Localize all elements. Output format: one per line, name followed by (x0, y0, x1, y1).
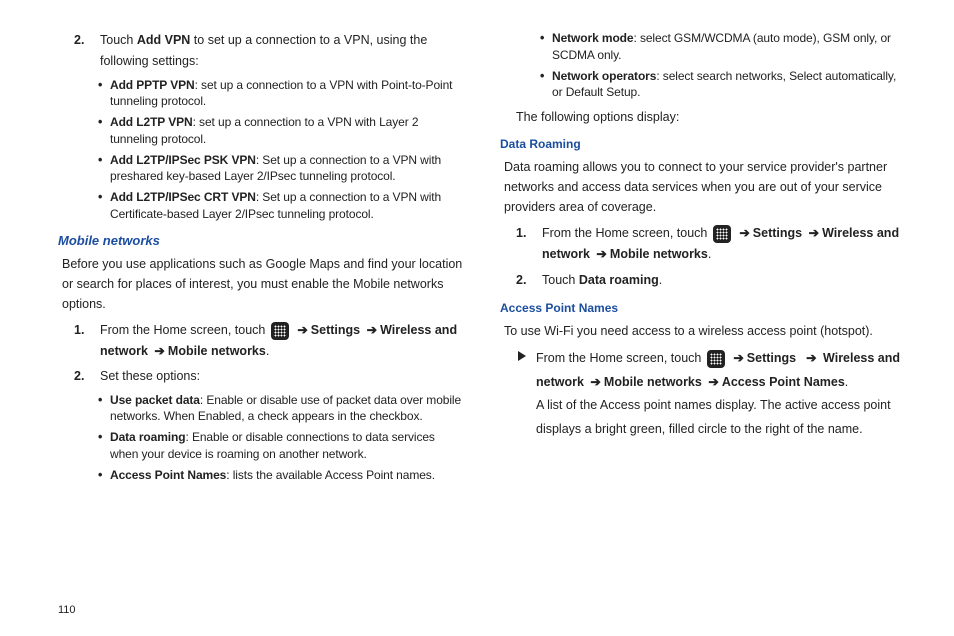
apn-intro-para: To use Wi-Fi you need access to a wirele… (504, 321, 906, 341)
bullet-dot: • (98, 467, 110, 485)
text: From the Home screen, touch (542, 226, 711, 240)
step-2-addvpn: 2. Touch Add VPN to set up a connection … (74, 30, 464, 73)
arrow-icon: ➔ (739, 226, 749, 240)
text: From the Home screen, touch (536, 351, 705, 365)
right-column: • Network mode: select GSM/WCDMA (auto m… (482, 26, 906, 616)
bold-text: Access Point Names (722, 375, 845, 389)
mn-intro-para: Before you use applications such as Goog… (62, 254, 464, 314)
bold-text: Data roaming (110, 430, 185, 444)
bullet-pptp: • Add PPTP VPN: set up a connection to a… (98, 77, 464, 111)
mn-step-2: 2. Set these options: (74, 366, 464, 387)
bullet-dot: • (98, 392, 110, 426)
step-body: From the Home screen, touch ➔Settings ➔W… (542, 223, 906, 266)
step-body: Touch Add VPN to set up a connection to … (100, 30, 464, 73)
bullet-dot: • (98, 189, 110, 223)
bold-text: Access Point Names (110, 468, 226, 482)
bullet-body: Add L2TP/IPSec CRT VPN: Set up a connect… (110, 189, 464, 223)
bullet-body: Access Point Names: lists the available … (110, 467, 464, 485)
bold-text: Use packet data (110, 393, 200, 407)
apps-grid-icon (271, 322, 289, 340)
apps-grid-icon (713, 225, 731, 243)
text: Touch (542, 273, 579, 287)
bullet-body: Add L2TP VPN: set up a connection to a V… (110, 114, 464, 148)
bullet-network-operators: • Network operators: select search netwo… (540, 68, 906, 102)
bullet-dot: • (540, 68, 552, 102)
bullet-l2tp-psk: • Add L2TP/IPSec PSK VPN: Set up a conne… (98, 152, 464, 186)
bullet-l2tp-crt: • Add L2TP/IPSec CRT VPN: Set up a conne… (98, 189, 464, 223)
bold-text: Add PPTP VPN (110, 78, 195, 92)
bold-text: Settings (753, 226, 802, 240)
arrow-icon: ➔ (590, 375, 600, 389)
arrow-icon: ➔ (806, 351, 816, 365)
instruction-body: From the Home screen, touch ➔Settings ➔ … (536, 347, 906, 442)
bold-text: Add L2TP/IPSec PSK VPN (110, 153, 256, 167)
arrow-icon: ➔ (154, 344, 164, 358)
apn-heading: Access Point Names (500, 301, 906, 315)
bullet-body: Data roaming: Enable or disable connecti… (110, 429, 464, 463)
arrow-icon: ➔ (596, 247, 606, 261)
bold-text: Add VPN (137, 33, 190, 47)
arrow-icon: ➔ (809, 226, 819, 240)
apps-grid-icon (707, 350, 725, 368)
bullet-dot: • (98, 429, 110, 463)
step-number: 2. (74, 30, 100, 73)
arrow-icon: ➔ (733, 351, 743, 365)
step-body: Set these options: (100, 366, 464, 387)
bullet-packet-data: • Use packet data: Enable or disable use… (98, 392, 464, 426)
left-column: 2. Touch Add VPN to set up a connection … (58, 26, 482, 616)
bullet-body: Network mode: select GSM/WCDMA (auto mod… (552, 30, 906, 64)
step-body: From the Home screen, touch ➔Settings ➔W… (100, 320, 464, 363)
text: A list of the Access point names display… (536, 398, 891, 436)
arrow-icon: ➔ (708, 375, 718, 389)
bold-text: Mobile networks (604, 375, 702, 389)
bold-text: Network mode (552, 31, 633, 45)
bold-text: Data roaming (579, 273, 659, 287)
bullet-apn: • Access Point Names: lists the availabl… (98, 467, 464, 485)
bullet-network-mode: • Network mode: select GSM/WCDMA (auto m… (540, 30, 906, 64)
step-number: 1. (516, 223, 542, 266)
text: From the Home screen, touch (100, 323, 269, 337)
bullet-dot: • (540, 30, 552, 64)
step-number: 1. (74, 320, 100, 363)
bold-text: Settings (747, 351, 796, 365)
dr-intro-para: Data roaming allows you to connect to yo… (504, 157, 906, 217)
arrow-icon: ➔ (297, 323, 307, 337)
text: : lists the available Access Point names… (226, 468, 435, 482)
apn-instruction: From the Home screen, touch ➔Settings ➔ … (518, 347, 906, 442)
step-number: 2. (74, 366, 100, 387)
bullet-l2tp: • Add L2TP VPN: set up a connection to a… (98, 114, 464, 148)
bold-text: Mobile networks (610, 247, 708, 261)
bold-text: Network operators (552, 69, 656, 83)
bullet-dot: • (98, 152, 110, 186)
bold-text: Mobile networks (168, 344, 266, 358)
mn-step-1: 1. From the Home screen, touch ➔ Settings… (74, 320, 464, 363)
bullet-dot: • (98, 114, 110, 148)
bold-text: Add L2TP/IPSec CRT VPN (110, 190, 256, 204)
bullet-body: Network operators: select search network… (552, 68, 906, 102)
bullet-dot: • (98, 77, 110, 111)
bullet-body: Use packet data: Enable or disable use o… (110, 392, 464, 426)
dr-step-1: 1. From the Home screen, touch ➔ Settings… (516, 223, 906, 266)
manual-page: 2. Touch Add VPN to set up a connection … (0, 0, 954, 636)
bullet-body: Add L2TP/IPSec PSK VPN: Set up a connect… (110, 152, 464, 186)
text: . (845, 375, 848, 389)
arrow-icon: ➔ (367, 323, 377, 337)
bold-text: Add L2TP VPN (110, 115, 193, 129)
bold-text: Settings (311, 323, 360, 337)
text: . (659, 273, 662, 287)
bullet-body: Add PPTP VPN: set up a connection to a V… (110, 77, 464, 111)
mobile-networks-heading: Mobile networks (58, 233, 464, 248)
step-number: 2. (516, 270, 542, 291)
data-roaming-heading: Data Roaming (500, 137, 906, 151)
page-number: 110 (58, 604, 76, 616)
triangle-bullet-icon (518, 351, 526, 361)
dr-step-2: 2. Touch Data roaming. (516, 270, 906, 291)
bullet-data-roaming: • Data roaming: Enable or disable connec… (98, 429, 464, 463)
following-options-para: The following options display: (516, 107, 906, 127)
text: Touch (100, 33, 137, 47)
step-body: Touch Data roaming. (542, 270, 906, 291)
